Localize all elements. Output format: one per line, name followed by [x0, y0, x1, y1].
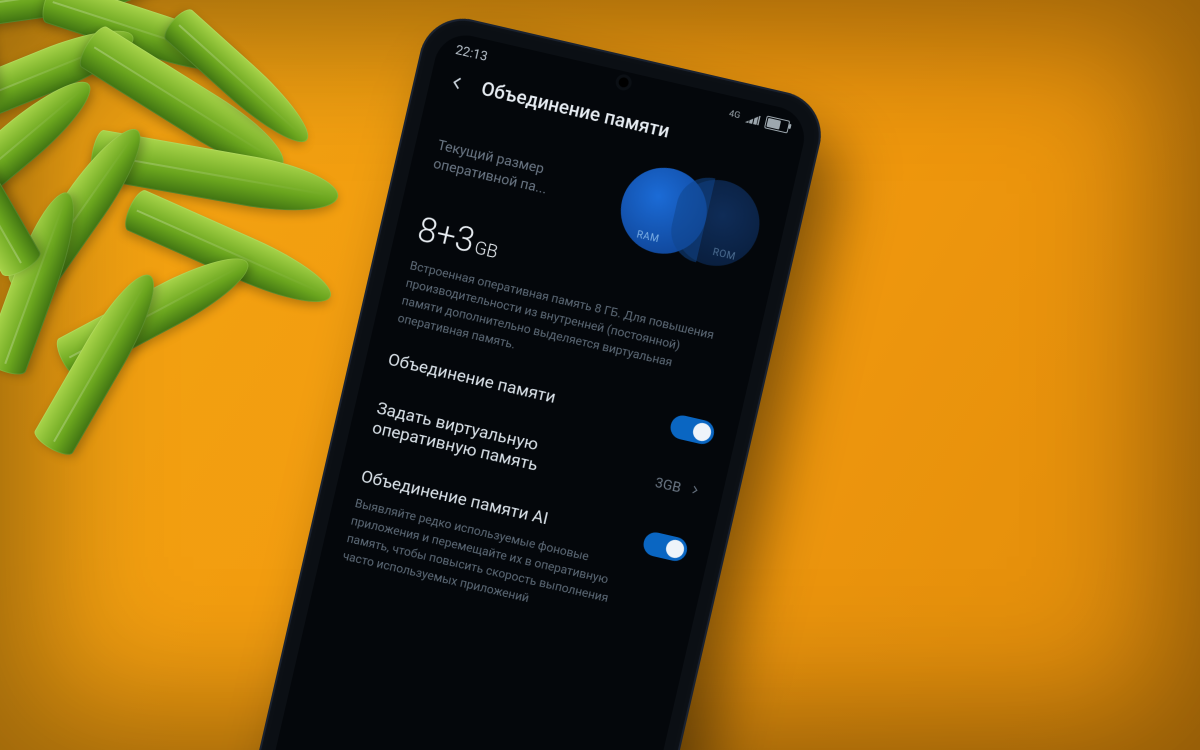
memory-fusion-toggle[interactable] [668, 413, 716, 446]
status-network-label: 4G [728, 109, 741, 121]
chevron-right-icon [687, 483, 702, 501]
memory-value-unit: GB [472, 237, 499, 263]
ai-fusion-toggle[interactable] [641, 530, 689, 563]
current-size-label: Текущий размер оперативной па... [431, 137, 586, 208]
back-button[interactable] [444, 69, 470, 95]
virtual-ram-value: 3GB [653, 475, 682, 496]
memory-value-number: 8+3 [414, 210, 478, 262]
chevron-left-icon [447, 72, 469, 94]
battery-icon [764, 115, 790, 133]
status-time: 22:13 [454, 43, 489, 65]
signal-icon [745, 112, 761, 125]
photo-scene: 22:13 4G Объединение памяти Текущи [0, 0, 1200, 750]
